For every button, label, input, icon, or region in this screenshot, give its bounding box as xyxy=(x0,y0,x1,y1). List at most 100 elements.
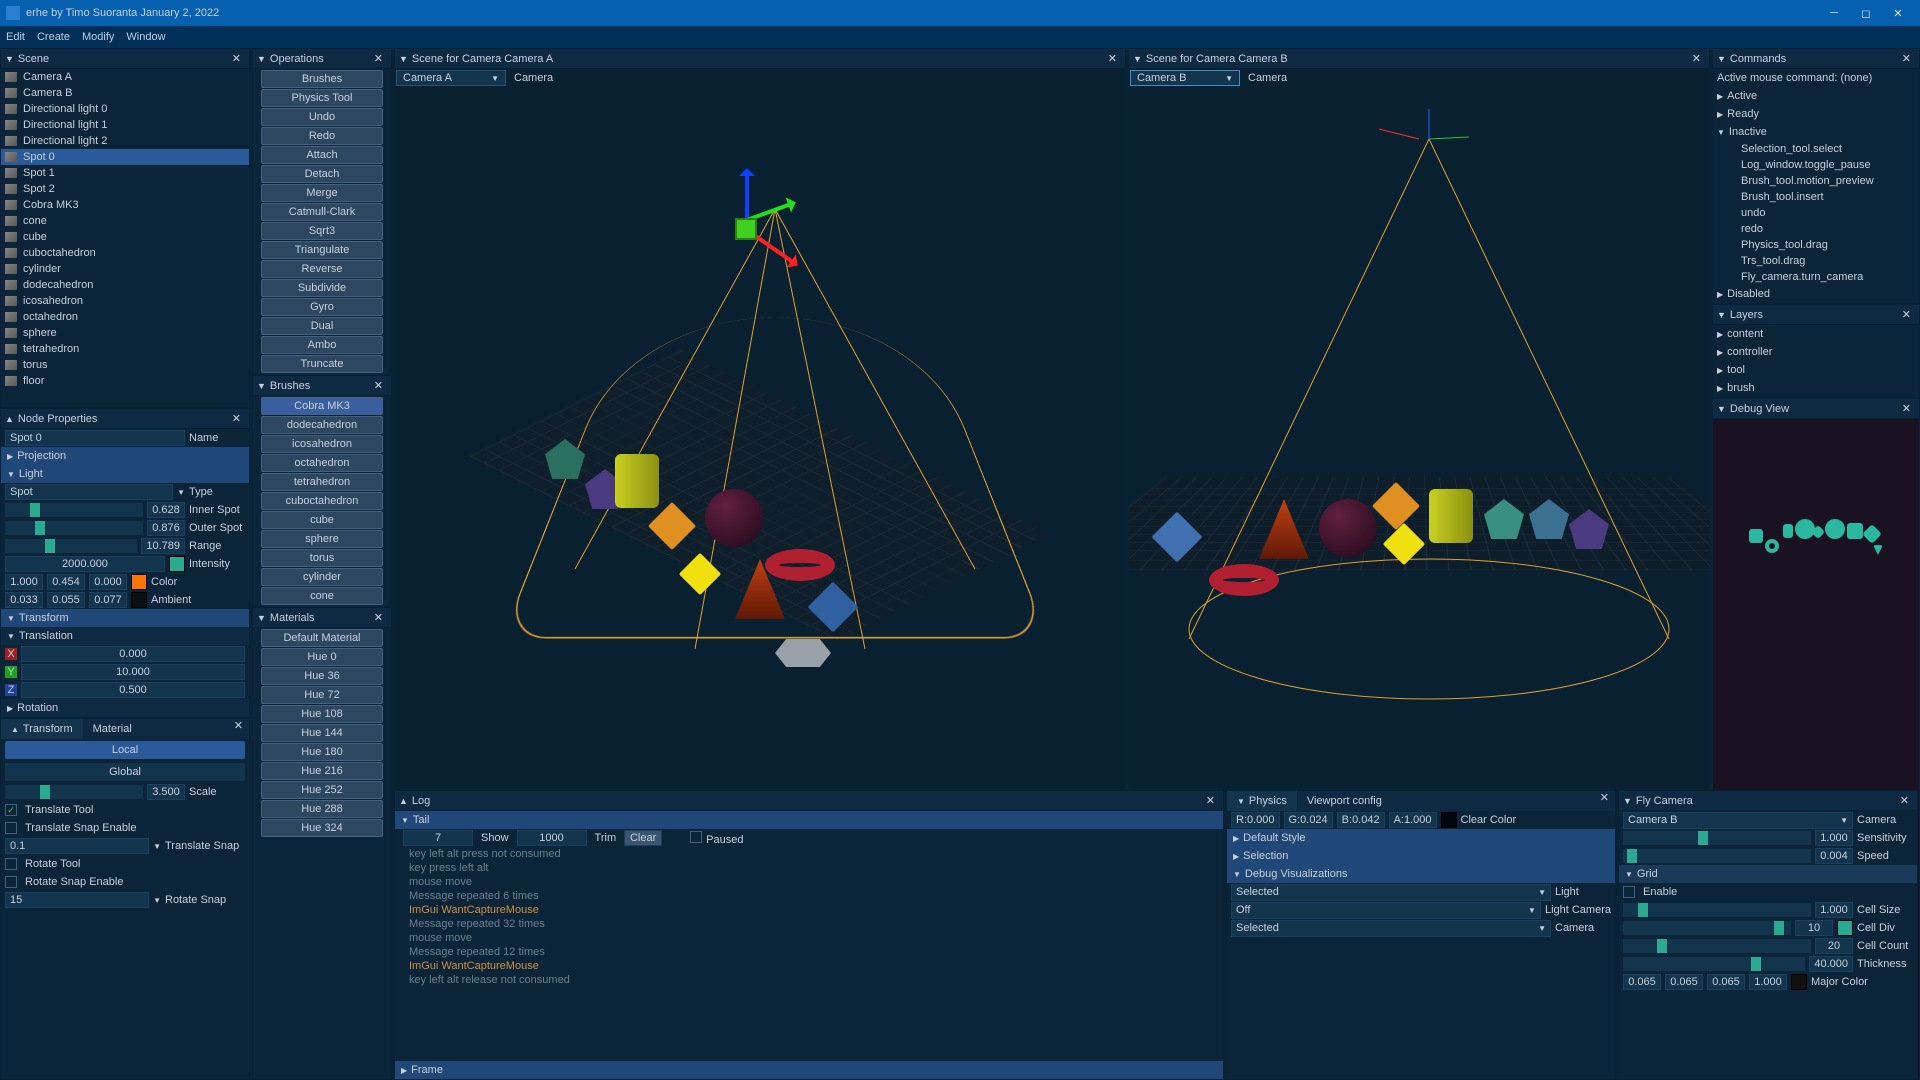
inner-slider[interactable] xyxy=(5,503,143,517)
defstyle-section[interactable]: ▶Default Style xyxy=(1227,829,1615,847)
list-button[interactable]: Undo xyxy=(261,108,383,126)
list-button[interactable]: Redo xyxy=(261,127,383,145)
disabled-group[interactable]: ▶Disabled xyxy=(1713,285,1919,303)
scene-item[interactable]: cylinder xyxy=(1,261,249,277)
close-icon[interactable]: ✕ xyxy=(228,719,249,739)
command-item[interactable]: Physics_tool.drag xyxy=(1737,237,1919,253)
list-button[interactable]: Catmull-Clark xyxy=(261,203,383,221)
command-item[interactable]: Log_window.toggle_pause xyxy=(1737,157,1919,173)
material-tab[interactable]: Material xyxy=(83,719,142,739)
list-button[interactable]: Detach xyxy=(261,165,383,183)
layer-item[interactable]: ▶controller xyxy=(1713,343,1919,361)
scene-item[interactable]: Directional light 2 xyxy=(1,133,249,149)
debugviz-section[interactable]: ▼Debug Visualizations xyxy=(1227,865,1615,883)
close-icon[interactable]: ✕ xyxy=(1688,52,1705,65)
tail-section[interactable]: ▼Tail xyxy=(395,811,1223,829)
list-button[interactable]: Hue 252 xyxy=(261,781,383,799)
transform-section[interactable]: ▼Transform xyxy=(1,609,249,627)
scene-item[interactable]: Spot 1 xyxy=(1,165,249,181)
scene-item[interactable]: Cobra MK3 xyxy=(1,197,249,213)
scene-item[interactable]: cuboctahedron xyxy=(1,245,249,261)
scene-item[interactable]: cone xyxy=(1,213,249,229)
flycam-camera[interactable]: Camera B▼ xyxy=(1623,812,1853,829)
command-item[interactable]: undo xyxy=(1737,205,1919,221)
scene-item[interactable]: Spot 2 xyxy=(1,181,249,197)
camera-select-b[interactable]: Camera B▼ xyxy=(1130,70,1240,86)
frame-section[interactable]: ▶Frame xyxy=(395,1061,1223,1079)
list-button[interactable]: Brushes xyxy=(261,70,383,88)
tsnap-check[interactable] xyxy=(5,822,17,834)
scene-item[interactable]: Spot 0 xyxy=(1,149,249,165)
viewport-a[interactable]: Camera A▼ Camera xyxy=(395,69,1125,789)
list-button[interactable]: cone xyxy=(261,587,383,605)
caret-icon[interactable]: ▼ xyxy=(5,54,14,64)
list-button[interactable]: Reverse xyxy=(261,260,383,278)
list-button[interactable]: cuboctahedron xyxy=(261,492,383,510)
list-button[interactable]: Hue 180 xyxy=(261,743,383,761)
rotate-check[interactable] xyxy=(5,858,17,870)
minimize-button[interactable]: ─ xyxy=(1818,3,1850,23)
menu-window[interactable]: Window xyxy=(126,31,165,43)
close-icon[interactable]: ✕ xyxy=(1898,308,1915,321)
command-item[interactable]: Selection_tool.select xyxy=(1737,141,1919,157)
enable-check[interactable] xyxy=(1623,886,1635,898)
scale-slider[interactable] xyxy=(5,785,143,799)
list-button[interactable]: dodecahedron xyxy=(261,416,383,434)
scene-item[interactable]: dodecahedron xyxy=(1,277,249,293)
list-button[interactable]: icosahedron xyxy=(261,435,383,453)
scene-item[interactable]: sphere xyxy=(1,325,249,341)
list-button[interactable]: Hue 0 xyxy=(261,648,383,666)
color-swatch[interactable] xyxy=(131,574,147,590)
menu-edit[interactable]: Edit xyxy=(6,31,25,43)
list-button[interactable]: Hue 144 xyxy=(261,724,383,742)
list-button[interactable]: sphere xyxy=(261,530,383,548)
close-icon[interactable]: ✕ xyxy=(1898,52,1915,65)
camera-select-a[interactable]: Camera A▼ xyxy=(396,70,506,86)
list-button[interactable]: cylinder xyxy=(261,568,383,586)
selection-section[interactable]: ▶Selection xyxy=(1227,847,1615,865)
menu-modify[interactable]: Modify xyxy=(82,31,114,43)
outer-slider[interactable] xyxy=(5,521,143,535)
ready-group[interactable]: ▶Ready xyxy=(1713,105,1919,123)
viewportcfg-tab[interactable]: Viewport config xyxy=(1297,791,1392,811)
list-button[interactable]: Hue 324 xyxy=(261,819,383,837)
list-button[interactable]: Cobra MK3 xyxy=(261,397,383,415)
scene-item[interactable]: octahedron xyxy=(1,309,249,325)
caret-icon[interactable]: ▲ xyxy=(5,414,14,424)
list-button[interactable]: Attach xyxy=(261,146,383,164)
list-button[interactable]: Hue 216 xyxy=(261,762,383,780)
scene-item[interactable]: Camera A xyxy=(1,69,249,85)
maximize-button[interactable]: ◻ xyxy=(1850,3,1882,23)
sens-slider[interactable] xyxy=(1623,831,1811,845)
command-item[interactable]: Brush_tool.motion_preview xyxy=(1737,173,1919,189)
list-button[interactable]: Hue 72 xyxy=(261,686,383,704)
global-button[interactable]: Global xyxy=(5,763,245,781)
scene-item[interactable]: Camera B xyxy=(1,85,249,101)
scene-item[interactable]: tetrahedron xyxy=(1,341,249,357)
clearcolor-swatch[interactable] xyxy=(1441,812,1457,828)
command-item[interactable]: Brush_tool.insert xyxy=(1737,189,1919,205)
list-button[interactable]: Physics Tool xyxy=(261,89,383,107)
list-button[interactable]: Hue 36 xyxy=(261,667,383,685)
intensity-field[interactable]: 2000.000 xyxy=(5,556,165,572)
close-icon[interactable]: ✕ xyxy=(370,379,387,392)
caret-icon[interactable]: ▼ xyxy=(257,54,266,64)
close-icon[interactable]: ✕ xyxy=(228,52,245,65)
inactive-group[interactable]: ▼Inactive xyxy=(1713,123,1919,141)
scene-item[interactable]: icosahedron xyxy=(1,293,249,309)
scene-item[interactable]: Directional light 0 xyxy=(1,101,249,117)
list-button[interactable]: Truncate xyxy=(261,355,383,373)
close-icon[interactable]: ✕ xyxy=(1898,402,1915,415)
list-button[interactable]: Ambo xyxy=(261,336,383,354)
list-button[interactable]: Triangulate xyxy=(261,241,383,259)
list-button[interactable]: Gyro xyxy=(261,298,383,316)
scene-item[interactable]: torus xyxy=(1,357,249,373)
scene-item[interactable]: floor xyxy=(1,373,249,389)
light-section[interactable]: ▼Light xyxy=(1,465,249,483)
translate-check[interactable]: ✓ xyxy=(5,804,17,816)
layer-item[interactable]: ▶brush xyxy=(1713,379,1919,397)
rsnap-check[interactable] xyxy=(5,876,17,888)
local-button[interactable]: Local xyxy=(5,741,245,759)
close-icon[interactable]: ✕ xyxy=(370,52,387,65)
viewport-b[interactable]: Camera B▼ Camera xyxy=(1129,69,1709,789)
